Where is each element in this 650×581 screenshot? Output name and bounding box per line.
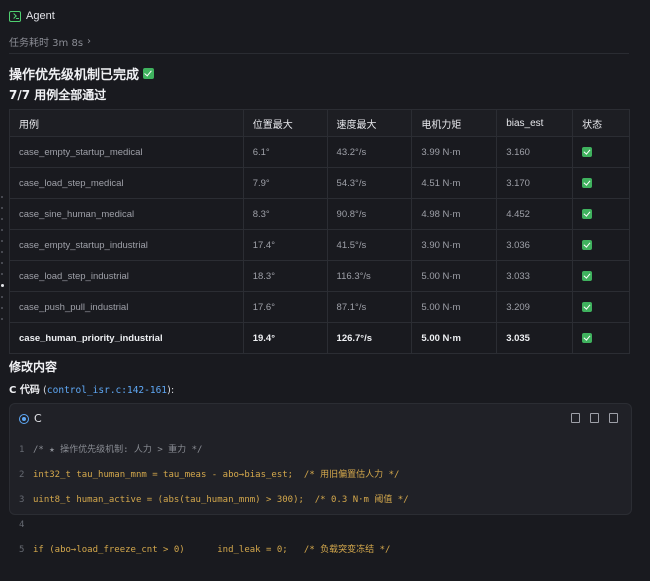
top-bar: Agent (0, 0, 650, 32)
cell-bias: 3.160 (496, 136, 574, 168)
cell-bias: 3.036 (496, 229, 574, 261)
cell-case: case_sine_human_medical (9, 198, 244, 230)
cell-case: case_empty_startup_medical (9, 136, 244, 168)
code-line: 2 int32_t tau_human_mnm = tau_meas - abo→… (19, 469, 400, 480)
table-row: case_push_pull_industrial 17.6° 87.1°/s … (9, 291, 630, 323)
code-line: 5 if (abo→load_freeze_cnt > 0) ind_leak =… (19, 544, 391, 555)
cell-pos-max: 6.1° (242, 136, 328, 168)
check-icon (582, 239, 593, 250)
check-icon (582, 301, 593, 312)
code-reference: C 代码 (control_isr.c:142-161): (9, 385, 175, 396)
check-icon (582, 270, 593, 281)
chevron-right-icon: › (87, 36, 92, 47)
cell-pos-max: 7.9° (242, 167, 328, 199)
col-header-torque: 电机力矩 (411, 109, 498, 137)
cell-torque: 3.90 N·m (411, 229, 498, 261)
language-icon (19, 414, 29, 424)
check-icon (582, 177, 593, 188)
cell-status (572, 167, 630, 199)
cell-status (572, 322, 630, 354)
results-table: 用例 位置最大 速度最大 电机力矩 bias_est 状态 case_empty… (9, 109, 630, 354)
changes-heading: 修改内容 (9, 360, 58, 374)
completion-heading-text: 操作优先级机制已完成 (9, 68, 140, 83)
pass-summary-heading: 7/7 用例全部通过 (9, 88, 107, 102)
col-header-status: 状态 (572, 109, 630, 137)
code-language: C (34, 412, 42, 425)
table-header-row: 用例 位置最大 速度最大 电机力矩 bias_est 状态 (9, 109, 630, 137)
cell-case: case_load_step_medical (9, 167, 244, 199)
col-header-vel-max: 速度最大 (326, 109, 413, 137)
cell-vel-max: 41.5°/s (326, 229, 413, 261)
col-header-pos-max: 位置最大 (242, 109, 328, 137)
cell-status (572, 260, 630, 292)
scroll-indicator[interactable] (1, 196, 4, 329)
cell-status (572, 291, 630, 323)
cell-vel-max: 54.3°/s (326, 167, 413, 199)
cell-bias: 3.209 (496, 291, 574, 323)
cell-vel-max: 43.2°/s (326, 136, 413, 168)
elapsed-time[interactable]: 任务耗时 3m 8s › (9, 34, 91, 49)
check-icon (582, 332, 593, 343)
cell-bias: 4.452 (496, 198, 574, 230)
cell-pos-max: 17.4° (242, 229, 328, 261)
cell-torque: 4.98 N·m (411, 198, 498, 230)
elapsed-label: 任务耗时 3m 8s (9, 38, 84, 49)
check-icon (582, 146, 593, 157)
cell-status (572, 229, 630, 261)
code-file-link[interactable]: control_isr.c:142-161 (47, 385, 167, 396)
cell-pos-max: 17.6° (242, 291, 328, 323)
cell-bias: 3.170 (496, 167, 574, 199)
cell-pos-max: 8.3° (242, 198, 328, 230)
terminal-icon (9, 11, 21, 22)
divider (9, 53, 629, 54)
cell-status (572, 136, 630, 168)
table-row: case_load_step_medical 7.9° 54.3°/s 4.51… (9, 167, 630, 199)
cell-status (572, 198, 630, 230)
cell-torque: 4.51 N·m (411, 167, 498, 199)
cell-case: case_human_priority_industrial (9, 322, 244, 354)
code-line: 1/* ★ 操作优先级机制: 人力 > 重力 */ (19, 444, 203, 455)
table-row: case_empty_startup_industrial 17.4° 41.5… (9, 229, 630, 261)
cell-torque: 5.00 N·m (411, 291, 498, 323)
table-row: case_empty_startup_medical 6.1° 43.2°/s … (9, 136, 630, 168)
cell-vel-max: 87.1°/s (326, 291, 413, 323)
check-icon (143, 68, 155, 79)
insert-icon[interactable] (590, 413, 599, 423)
cell-torque: 5.00 N·m (411, 322, 498, 354)
col-header-case: 用例 (9, 109, 244, 137)
code-block: C 1/* ★ 操作优先级机制: 人力 > 重力 */ 2 int32_t tau… (9, 403, 632, 555)
cell-vel-max: 116.3°/s (326, 260, 413, 292)
cell-case: case_load_step_industrial (9, 260, 244, 292)
code-reference-suffix: ): (167, 385, 175, 396)
cell-case: case_empty_startup_industrial (9, 229, 244, 261)
cell-vel-max: 126.7°/s (326, 322, 413, 354)
cell-case: case_push_pull_industrial (9, 291, 244, 323)
code-reference-label: C 代码 (9, 385, 40, 396)
code-lines: 1/* ★ 操作优先级机制: 人力 > 重力 */ 2 int32_t tau_h… (19, 431, 409, 581)
cell-pos-max: 18.3° (242, 260, 328, 292)
cell-bias: 3.035 (496, 322, 574, 354)
code-line: 4 (19, 519, 25, 530)
copy-icon[interactable] (571, 413, 580, 423)
check-icon (582, 208, 593, 219)
table-row: case_human_priority_industrial 19.4° 126… (9, 322, 630, 354)
completion-heading: 操作优先级机制已完成 (9, 64, 155, 83)
col-header-bias: bias_est (496, 109, 574, 137)
new-file-icon[interactable] (609, 413, 618, 423)
cell-vel-max: 90.8°/s (326, 198, 413, 230)
agent-title: Agent (26, 10, 55, 22)
table-row: case_sine_human_medical 8.3° 90.8°/s 4.9… (9, 198, 630, 230)
table-row: case_load_step_industrial 18.3° 116.3°/s… (9, 260, 630, 292)
cell-bias: 3.033 (496, 260, 574, 292)
cell-torque: 5.00 N·m (411, 260, 498, 292)
cell-pos-max: 19.4° (242, 322, 328, 354)
cell-torque: 3.99 N·m (411, 136, 498, 168)
